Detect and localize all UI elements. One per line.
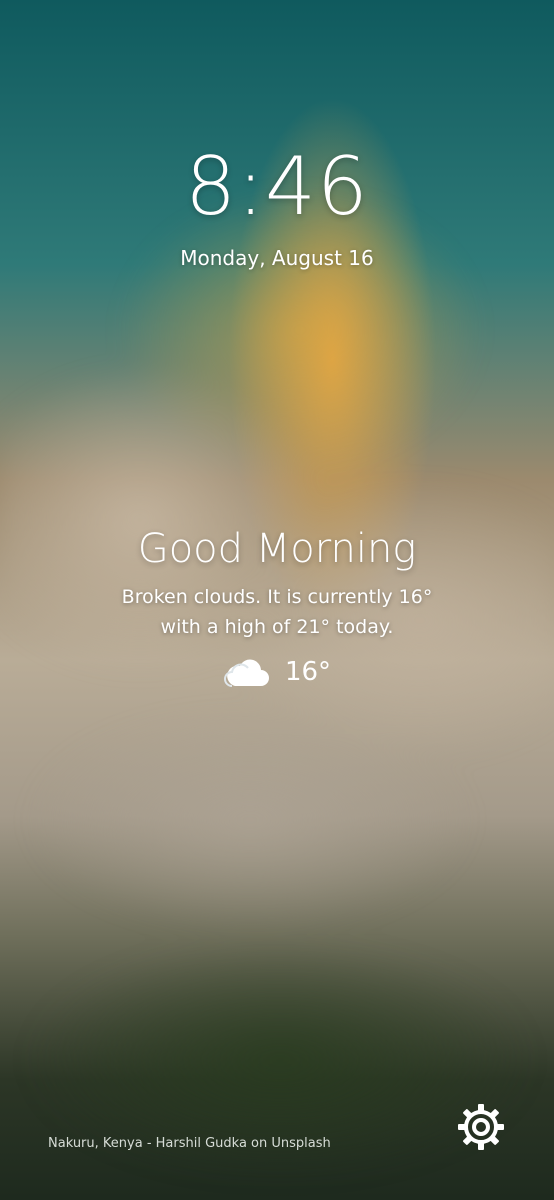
clock-time: 8:46: [185, 140, 369, 233]
clock-date: Monday, August 16: [180, 246, 374, 270]
weather-description: Broken clouds. It is currently 16° with …: [0, 582, 554, 642]
greeting-title: Good Morning: [137, 526, 417, 572]
weather-description-line-1: Broken clouds. It is currently 16°: [121, 586, 433, 608]
gear-icon[interactable]: [455, 1101, 507, 1153]
cloud-icon: [223, 659, 269, 687]
current-temperature: 16°: [284, 657, 332, 687]
weather-description-line-2: with a high of 21° today.: [160, 616, 394, 638]
photo-credit[interactable]: Nakuru, Kenya - Harshil Gudka on Unsplas…: [48, 1136, 331, 1151]
weather-summary: 16°: [0, 656, 554, 688]
